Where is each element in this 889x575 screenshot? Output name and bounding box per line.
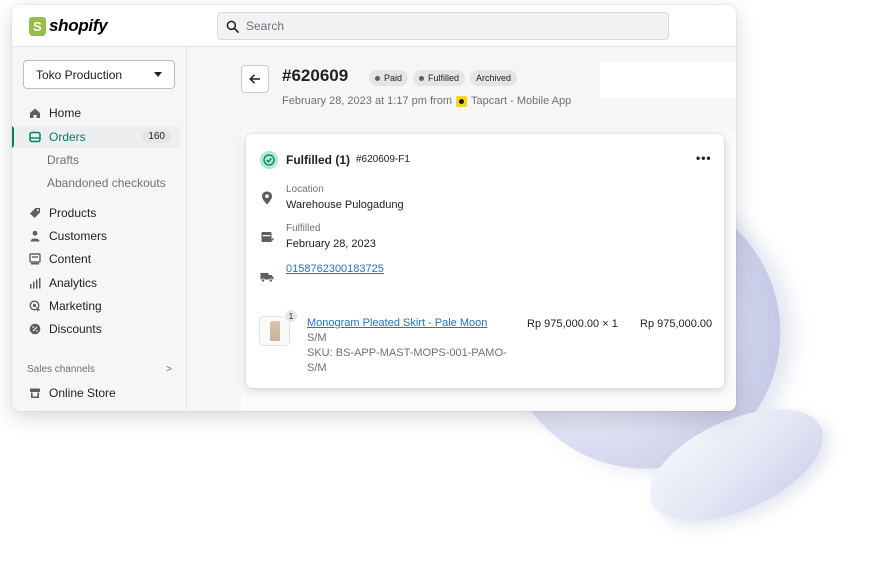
caret-down-icon: [154, 72, 162, 77]
fulfilled-label: Fulfilled: [286, 223, 321, 234]
top-bar: shopify Search: [12, 5, 736, 47]
truck-icon: [260, 270, 274, 284]
line-total: Rp 975,000.00: [640, 318, 713, 330]
skirt-image: [269, 321, 280, 341]
sidebar-item-home[interactable]: Home: [12, 102, 180, 124]
page-title: #620609: [282, 66, 349, 85]
sidebar-item-label: Home: [49, 106, 82, 120]
tapcart-icon: [455, 95, 467, 107]
check-circle-icon: [260, 151, 278, 169]
sidebar-item-analytics[interactable]: Analytics: [12, 272, 180, 294]
status-badge-archived: Archived: [470, 70, 518, 86]
store-name: Toko Production: [36, 67, 123, 82]
order-date: February 28, 2023 at 1:17 pm from: [282, 95, 452, 107]
fulfilled-calendar-icon: [260, 230, 274, 244]
fulfillment-id: #620609-F1: [356, 154, 410, 165]
product-name-link[interactable]: Monogram Pleated Skirt - Pale Moon: [307, 317, 487, 329]
sidebar-item-label: Marketing: [49, 299, 102, 313]
sidebar-item-abandoned-checkouts[interactable]: Abandoned checkouts: [12, 172, 180, 194]
analytics-icon: [28, 276, 42, 290]
store-selector[interactable]: Toko Production: [23, 60, 175, 89]
discount-icon: [28, 322, 42, 336]
orders-count-badge: 160: [142, 130, 171, 143]
sidebar-item-products[interactable]: Products: [12, 202, 180, 224]
location-label: Location: [286, 184, 324, 195]
sidebar-item-marketing[interactable]: Marketing: [12, 295, 180, 317]
location-pin-icon: [260, 191, 274, 205]
sales-channels-header[interactable]: Sales channels >: [27, 364, 172, 375]
chevron-right-icon: >: [166, 364, 172, 375]
sidebar-item-online-store[interactable]: Online Store: [12, 382, 180, 404]
arrow-left-icon: [249, 74, 260, 84]
more-actions-icon[interactable]: •••: [696, 151, 712, 165]
sidebar: Toko Production Home Orders 160 Drafts A…: [12, 47, 187, 411]
sidebar-item-drafts[interactable]: Drafts: [12, 149, 180, 171]
search-icon: [226, 20, 239, 33]
sidebar-item-customers[interactable]: Customers: [12, 225, 180, 247]
badge-label: Fulfilled: [428, 73, 460, 83]
sidebar-item-content[interactable]: Content: [12, 248, 180, 270]
search-placeholder: Search: [246, 19, 285, 33]
sidebar-item-label: Abandoned checkouts: [47, 176, 166, 190]
sidebar-item-label: Analytics: [49, 276, 98, 290]
store-icon: [28, 386, 42, 400]
brand-name: shopify: [49, 16, 108, 35]
sidebar-item-discounts[interactable]: Discounts: [12, 318, 180, 340]
header-actions-area: [600, 62, 736, 98]
sidebar-item-label: Products: [49, 206, 97, 220]
fulfillment-title: Fulfilled (1): [286, 153, 350, 167]
unit-price: Rp 975,000.00 × 1: [527, 318, 618, 330]
sidebar-item-label: Customers: [49, 229, 108, 243]
product-sku: SKU: BS-APP-MAST-MOPS-001-PAMO-: [307, 347, 507, 359]
product-sku-continued: S/M: [307, 362, 327, 374]
home-icon: [28, 106, 42, 120]
orders-icon: [28, 130, 42, 144]
sidebar-item-orders[interactable]: Orders 160: [12, 126, 180, 148]
sidebar-item-label: Online Store: [49, 386, 116, 400]
location-value: Warehouse Pulogadung: [286, 199, 404, 211]
tracking-number-link[interactable]: 0158762300183725: [286, 263, 384, 275]
fulfilled-date: February 28, 2023: [286, 238, 376, 250]
person-icon: [28, 229, 42, 243]
order-meta: February 28, 2023 at 1:17 pm from Tapcar…: [282, 95, 571, 107]
shopify-logo[interactable]: shopify: [29, 16, 108, 36]
sidebar-item-label: Discounts: [49, 322, 102, 336]
status-dot: [419, 75, 424, 81]
sales-channels-label: Sales channels: [27, 364, 95, 375]
search-input[interactable]: Search: [217, 12, 669, 40]
sidebar-item-label: Content: [49, 252, 92, 266]
badge-label: Paid: [384, 73, 403, 83]
status-badge-fulfilled: Fulfilled: [413, 70, 466, 86]
status-badge-paid: Paid: [369, 70, 409, 86]
status-dot: [375, 75, 380, 81]
marketing-icon: [28, 299, 42, 313]
sidebar-item-label: Drafts: [47, 153, 80, 167]
fulfillment-card: Fulfilled (1) #620609-F1 ••• Location Wa…: [246, 134, 724, 388]
back-button[interactable]: [241, 65, 269, 93]
shopify-bag-icon: [29, 16, 46, 36]
quantity-badge: 1: [284, 309, 298, 323]
sidebar-item-label: Orders: [49, 130, 86, 144]
content-icon: [28, 252, 42, 266]
order-source: Tapcart - Mobile App: [470, 95, 572, 107]
badge-label: Archived: [476, 73, 512, 83]
product-variant: S/M: [307, 332, 327, 344]
tag-icon: [28, 206, 42, 220]
